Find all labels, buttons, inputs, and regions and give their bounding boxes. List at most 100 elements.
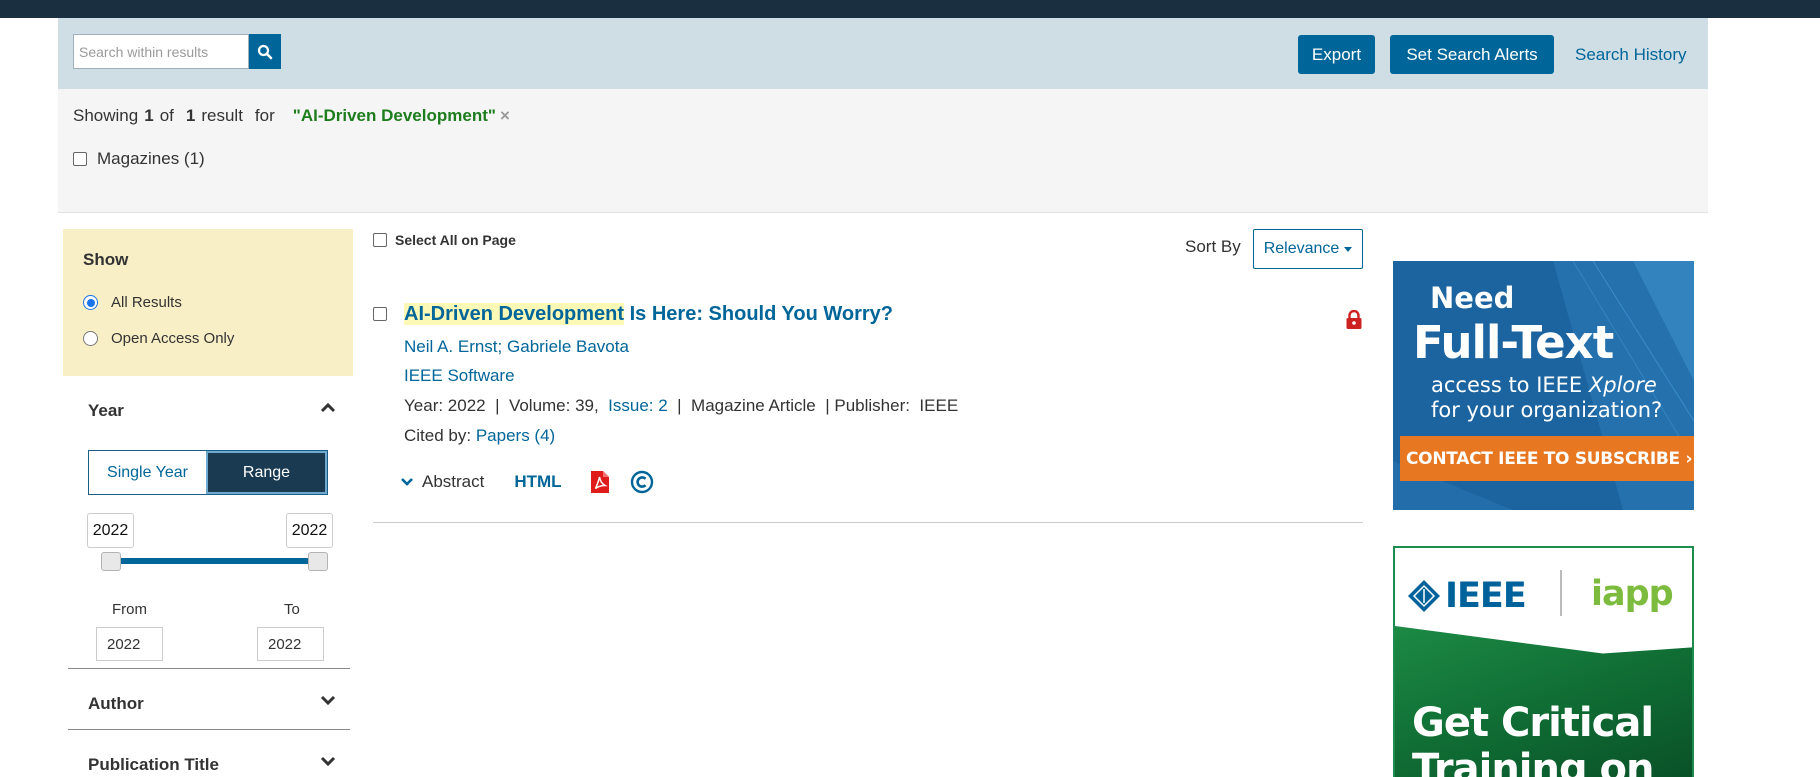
result-metadata: Year: 2022 | Volume: 39, Issue: 2 | Maga… <box>404 396 959 415</box>
results-summary: Showing 1 of 1 result for "AI-Driven Developme… <box>58 89 1708 213</box>
of-label: of <box>159 106 174 125</box>
year-slider-max-handle[interactable] <box>308 552 328 571</box>
author-section-title[interactable]: Author <box>88 694 144 714</box>
ad-access-text: access to IEEE Xplore <box>1431 373 1657 397</box>
to-year-input[interactable]: 2022 <box>257 627 324 661</box>
result-authors: Neil A. Ernst; Gabriele Bavota <box>404 337 629 357</box>
ieee-iapp-training-ad[interactable]: IEEE iapp Get Critical Training on <box>1393 546 1694 777</box>
chevron-up-icon[interactable] <box>320 401 336 413</box>
ad-headline-line-2: Training on <box>1412 746 1654 777</box>
ad-xplore-brand: Xplore <box>1588 373 1657 397</box>
results-toolbar: Export Set Search Alerts Search History <box>58 18 1708 89</box>
show-title: Show <box>83 250 129 269</box>
author-link[interactable]: Gabriele Bavota <box>507 337 629 356</box>
sidebar-divider <box>68 668 350 669</box>
publication-title-section-title[interactable]: Publication Title <box>88 755 219 775</box>
ad-access-prefix: access to IEEE <box>1431 373 1589 397</box>
year-slider-track[interactable] <box>111 558 318 564</box>
magazines-facet[interactable]: Magazines (1) <box>73 149 205 169</box>
chevron-down-icon[interactable] <box>320 755 336 767</box>
sidebar-divider <box>68 729 350 730</box>
result-label: result <box>201 106 243 125</box>
result-title-link[interactable]: AI-Driven Development Is Here: Should Yo… <box>404 303 893 326</box>
result-title-highlight: AI-Driven Development <box>404 303 625 325</box>
year-slider-min-handle[interactable] <box>101 552 121 571</box>
select-all-checkbox[interactable] <box>373 233 387 247</box>
from-year-input[interactable]: 2022 <box>96 627 163 661</box>
from-label: From <box>112 601 147 618</box>
magazines-checkbox[interactable] <box>73 152 87 166</box>
radio-all-results-control[interactable] <box>83 295 98 310</box>
radio-open-access-label: Open Access Only <box>111 330 235 347</box>
issue-link[interactable]: Issue: 2 <box>608 396 668 415</box>
ad-full-text-heading: Full-Text <box>1413 316 1614 369</box>
lock-icon <box>1346 310 1362 329</box>
clear-query-icon[interactable]: × <box>500 106 510 125</box>
radio-all-results-label: All Results <box>111 294 182 311</box>
select-all-on-page[interactable]: Select All on Page <box>373 232 516 248</box>
logo-separator <box>1560 570 1562 616</box>
search-within-input[interactable] <box>73 34 249 69</box>
show-filter-panel: Show All Results Open Access Only <box>63 229 353 376</box>
ieee-logo-text: IEEE <box>1445 576 1527 616</box>
full-text-access-ad[interactable]: Need Full-Text access to IEEE Xplore for… <box>1393 261 1694 510</box>
publication-link[interactable]: IEEE Software <box>404 366 515 386</box>
slider-max-value: 2022 <box>286 513 333 548</box>
ad-organization-text: for your organization? <box>1431 398 1663 422</box>
result-title-rest: Is Here: Should You Worry? <box>624 303 893 325</box>
publisher-value: IEEE <box>919 396 959 415</box>
abstract-label: Abstract <box>422 472 485 491</box>
total-count: 1 <box>185 106 196 125</box>
chevron-down-icon <box>1344 246 1353 252</box>
year-mode-toggle: Single Year Range <box>88 450 328 495</box>
cited-by-label: Cited by: <box>404 426 472 445</box>
search-icon <box>257 44 273 59</box>
cited-by: Cited by: Papers (4) <box>404 426 555 446</box>
chevron-down-icon[interactable] <box>320 694 336 706</box>
result-checkbox[interactable] <box>373 307 387 321</box>
search-history-link[interactable]: Search History <box>1575 45 1686 65</box>
pdf-icon[interactable] <box>590 470 610 494</box>
contact-ieee-subscribe-button[interactable]: CONTACT IEEE TO SUBSCRIBE › <box>1400 436 1694 481</box>
year-section-title[interactable]: Year <box>88 401 124 421</box>
for-label: for <box>254 106 275 125</box>
magazines-facet-label: Magazines (1) <box>97 149 205 168</box>
range-button[interactable]: Range <box>206 451 327 494</box>
result-actions: Abstract HTML <box>400 468 654 496</box>
result-divider <box>373 522 1363 523</box>
year-text: Year: 2022 <box>404 396 486 415</box>
iapp-logo: iapp <box>1591 574 1674 614</box>
ieee-logo: IEEE <box>1407 576 1527 616</box>
set-search-alerts-button[interactable]: Set Search Alerts <box>1390 35 1554 74</box>
shown-count: 1 <box>144 106 154 125</box>
sort-dropdown[interactable]: Relevance <box>1253 229 1363 269</box>
radio-open-access-control[interactable] <box>83 331 98 346</box>
export-button[interactable]: Export <box>1298 35 1375 74</box>
sort-by-label: Sort By <box>1185 237 1241 256</box>
chevron-down-icon <box>401 478 413 486</box>
query-term: "AI-Driven Development" <box>292 106 496 125</box>
html-link[interactable]: HTML <box>514 472 561 492</box>
cited-by-papers-link[interactable]: Papers (4) <box>476 426 555 445</box>
type-text: Magazine Article <box>691 396 816 415</box>
ad-need-text: Need <box>1430 281 1515 315</box>
ieee-diamond-icon <box>1408 580 1440 612</box>
ad-headline-line-1: Get Critical <box>1412 700 1654 746</box>
to-label: To <box>284 601 300 618</box>
copyright-icon[interactable] <box>630 470 654 494</box>
author-link[interactable]: Neil A. Ernst <box>404 337 498 356</box>
slider-min-value: 2022 <box>87 513 134 548</box>
results-count-text: Showing 1 of 1 result for "AI-Driven Developme… <box>73 106 510 126</box>
author-separator: ; <box>497 337 503 356</box>
abstract-toggle[interactable]: Abstract <box>400 472 484 492</box>
single-year-button[interactable]: Single Year <box>89 451 206 494</box>
showing-label: Showing <box>73 106 139 125</box>
select-all-label: Select All on Page <box>395 232 516 248</box>
volume-text: Volume: 39, <box>508 396 599 415</box>
sort-value: Relevance <box>1263 240 1340 257</box>
radio-open-access[interactable]: Open Access Only <box>83 330 234 347</box>
top-navigation-bar <box>0 0 1820 18</box>
radio-all-results[interactable]: All Results <box>83 294 182 311</box>
search-button[interactable] <box>249 34 281 69</box>
ad-training-headline: Get Critical Training on <box>1412 700 1654 777</box>
